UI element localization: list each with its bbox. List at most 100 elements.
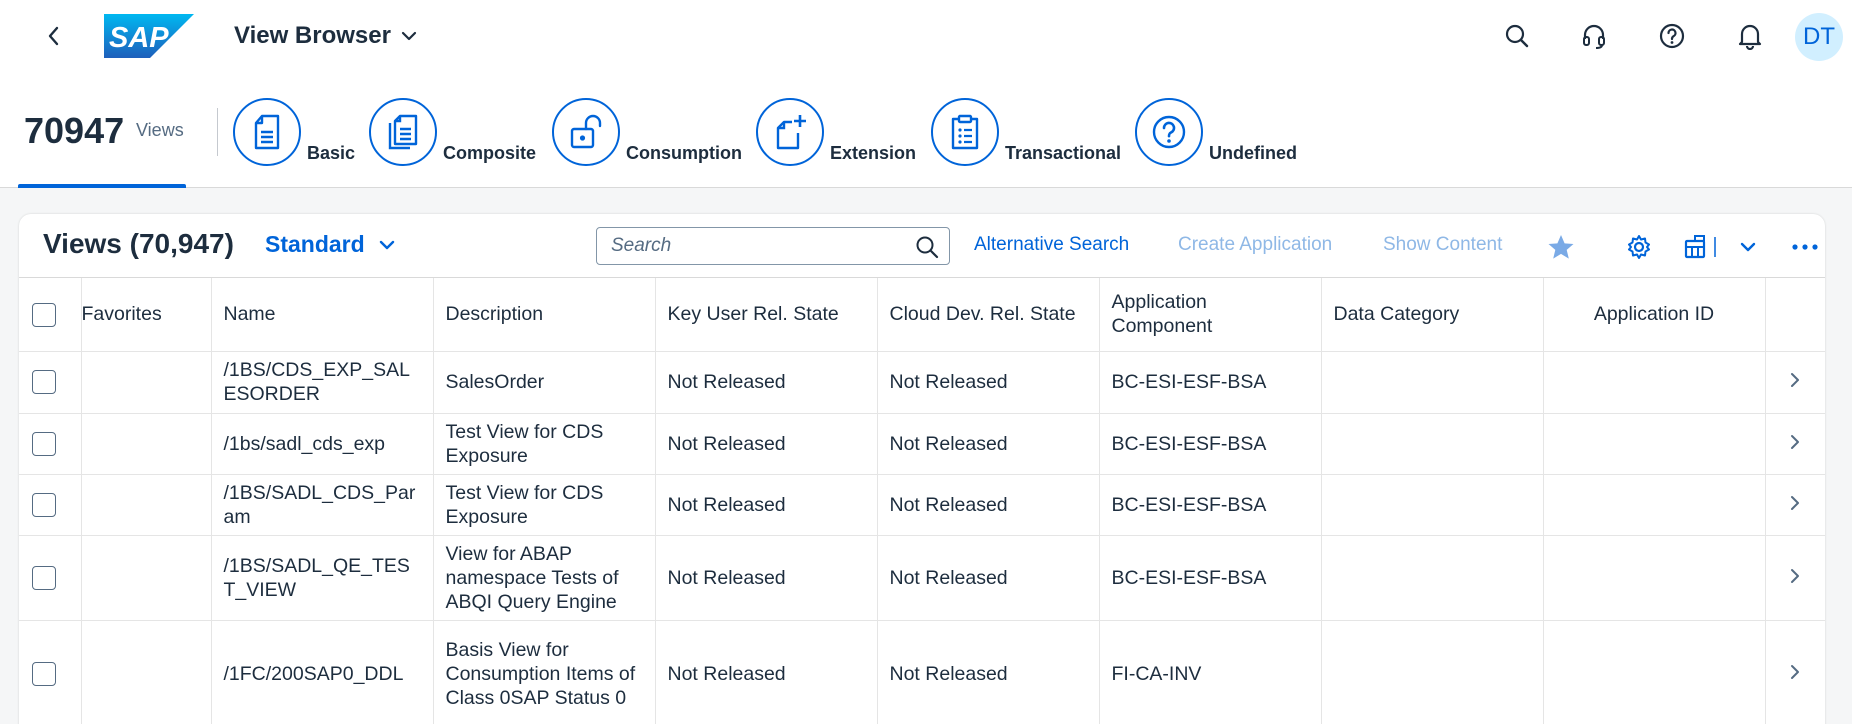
star-icon — [1548, 235, 1574, 259]
app-title-menu[interactable]: View Browser — [234, 22, 417, 50]
category-composite[interactable]: Composite — [369, 98, 536, 166]
column-header-app-component[interactable]: Application Component — [1099, 278, 1322, 352]
add-document-icon — [756, 98, 824, 166]
search-input[interactable] — [597, 228, 907, 264]
navigation-cell[interactable] — [1765, 351, 1825, 414]
search-button[interactable] — [1499, 18, 1535, 54]
headset-icon — [1583, 24, 1605, 49]
app-component-cell: BC-ESI-ESF-BSA — [1099, 351, 1322, 414]
category-label: Composite — [443, 143, 537, 163]
navigation-cell[interactable] — [1765, 474, 1825, 536]
column-header-navigation — [1765, 278, 1825, 352]
notifications-button[interactable] — [1732, 18, 1768, 54]
search-icon — [916, 236, 939, 259]
variant-selector[interactable]: Standard — [265, 231, 395, 258]
export-options-button[interactable] — [1732, 232, 1764, 262]
data-category-cell — [1321, 474, 1544, 536]
navigation-cell[interactable] — [1765, 620, 1825, 724]
chevron-right-icon — [1791, 665, 1800, 679]
create-application-button[interactable]: Create Application — [1178, 234, 1332, 256]
help-button[interactable] — [1654, 18, 1690, 54]
data-category-cell — [1321, 620, 1544, 724]
question-mark-icon — [1135, 98, 1203, 166]
chevron-right-icon — [1791, 568, 1800, 583]
app-title: View Browser — [234, 22, 391, 49]
category-transactional[interactable]: Transactional — [931, 98, 1121, 166]
cloud-dev-state-cell: Not Released — [877, 413, 1100, 475]
app-id-cell — [1543, 620, 1766, 724]
table-row[interactable]: /1BS/SADL_QE_TEST_VIEW View for ABAP nam… — [19, 535, 1825, 621]
key-user-state-cell: Not Released — [655, 413, 878, 475]
category-extension[interactable]: Extension — [756, 98, 916, 166]
name-cell: /1FC/200SAP0_DDL — [211, 620, 434, 724]
category-consumption[interactable]: Consumption — [552, 98, 742, 166]
column-header-key-user-state[interactable]: Key User Rel. State — [655, 278, 878, 352]
chevron-down-icon — [379, 240, 394, 249]
app-component-cell: BC-ESI-ESF-BSA — [1099, 413, 1322, 475]
name-cell: /1BS/SADL_QE_TEST_VIEW — [211, 535, 434, 621]
navigation-cell[interactable] — [1765, 413, 1825, 475]
column-header-cloud-dev-state[interactable]: Cloud Dev. Rel. State — [877, 278, 1100, 352]
views-count-label: Views — [136, 120, 184, 140]
row-select-cell — [19, 474, 82, 536]
cloud-dev-state-cell: Not Released — [877, 620, 1100, 724]
select-all-checkbox[interactable] — [32, 302, 56, 327]
show-content-button[interactable]: Show Content — [1383, 234, 1502, 256]
table-toolbar: Views (70,947) Standard Alternative Sear… — [19, 214, 1825, 278]
description-cell: SalesOrder — [433, 351, 656, 414]
column-header-name[interactable]: Name — [211, 278, 434, 352]
row-checkbox[interactable] — [32, 565, 56, 590]
clipboard-icon — [931, 98, 999, 166]
selected-tab-indicator — [18, 184, 186, 188]
more-actions-button[interactable] — [1789, 232, 1821, 262]
cloud-dev-state-cell: Not Released — [877, 474, 1100, 536]
chevron-down-icon — [401, 31, 417, 41]
views-table-card: Views (70,947) Standard Alternative Sear… — [19, 214, 1825, 724]
support-button[interactable] — [1576, 18, 1612, 54]
category-basic[interactable]: Basic — [233, 98, 355, 166]
back-button[interactable] — [40, 22, 66, 50]
row-checkbox[interactable] — [32, 431, 56, 456]
user-avatar[interactable]: DT — [1795, 13, 1843, 61]
key-user-state-cell: Not Released — [655, 535, 878, 621]
category-label: Extension — [830, 143, 917, 163]
svg-text:SAP: SAP — [109, 22, 169, 54]
key-user-state-cell: Not Released — [655, 474, 878, 536]
search-submit-button[interactable] — [913, 233, 941, 261]
views-count-tab[interactable]: 70947 Views — [18, 72, 186, 188]
category-label: Consumption — [626, 143, 742, 163]
alternative-search-button[interactable]: Alternative Search — [974, 234, 1129, 256]
document-icon — [233, 98, 301, 166]
overflow-icon — [1792, 244, 1818, 250]
column-header-favorites[interactable]: Favorites — [81, 278, 212, 352]
column-header-data-category[interactable]: Data Category — [1321, 278, 1544, 352]
row-checkbox[interactable] — [32, 370, 56, 395]
category-label: Undefined — [1209, 143, 1297, 163]
category-undefined[interactable]: Undefined — [1135, 98, 1297, 166]
settings-button[interactable] — [1623, 232, 1655, 262]
table-row[interactable]: /1bs/sadl_cds_exp Test View for CDS Expo… — [19, 413, 1825, 475]
description-cell: View for ABAP namespace Tests of ABQI Qu… — [433, 535, 656, 621]
app-id-cell — [1543, 413, 1766, 475]
category-label: Transactional — [1005, 143, 1122, 163]
favorite-button[interactable] — [1545, 232, 1577, 262]
header-separator — [217, 108, 218, 156]
row-select-cell — [19, 351, 82, 414]
app-id-cell — [1543, 351, 1766, 414]
app-id-cell — [1543, 474, 1766, 536]
row-select-cell — [19, 413, 82, 475]
row-checkbox[interactable] — [32, 662, 56, 687]
table-row[interactable]: /1BS/SADL_CDS_Param Test View for CDS Ex… — [19, 474, 1825, 536]
row-checkbox[interactable] — [32, 492, 56, 517]
column-header-description[interactable]: Description — [433, 278, 656, 352]
sap-logo[interactable]: SAP — [104, 14, 194, 63]
table-header-row: Favorites Name Description Key User Rel.… — [19, 278, 1825, 352]
column-header-app-id[interactable]: Application ID — [1543, 278, 1766, 352]
table-row[interactable]: /1FC/200SAP0_DDL Basis View for Consumpt… — [19, 620, 1825, 724]
data-category-cell — [1321, 413, 1544, 475]
export-button[interactable] — [1683, 232, 1725, 262]
table-row[interactable]: /1BS/CDS_EXP_SALESORDER SalesOrder Not R… — [19, 351, 1825, 414]
cloud-dev-state-cell: Not Released — [877, 535, 1100, 621]
navigation-cell[interactable] — [1765, 535, 1825, 621]
documents-icon — [369, 98, 437, 166]
